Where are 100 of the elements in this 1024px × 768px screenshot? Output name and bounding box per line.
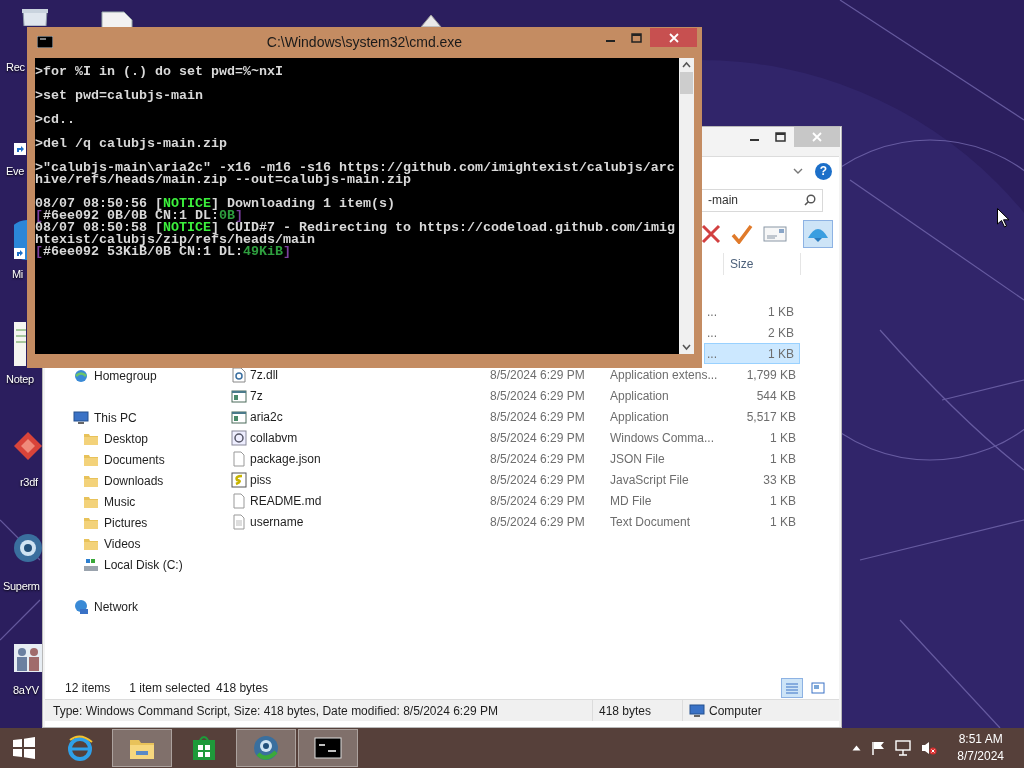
file-row[interactable]: ... 1 KB bbox=[704, 343, 800, 364]
size-cell: 33 KB bbox=[763, 472, 796, 487]
file-row[interactable]: 7z.dll 8/5/2024 6:29 PM Application extens... 1,799 KB bbox=[230, 364, 803, 385]
type-cell: Windows Comma... bbox=[610, 430, 715, 445]
desktop-icon-label[interactable]: Superm bbox=[3, 578, 40, 595]
search-input[interactable]: -main bbox=[708, 191, 804, 209]
checkmark-icon bbox=[731, 224, 753, 244]
console-line: hive/refs/heads/main.zip --out=calubjs-main.zip bbox=[35, 174, 411, 186]
size-cell-text: 2 KB bbox=[767, 324, 795, 342]
minimize-icon bbox=[749, 139, 759, 141]
file-row[interactable]: piss 8/5/2024 6:29 PM JavaScript File 33 KB bbox=[230, 469, 803, 490]
nav-item[interactable]: Pictures bbox=[45, 512, 226, 533]
selection-info: 1 item selected bbox=[129, 680, 211, 697]
date-cell: 8/5/2024 6:29 PM bbox=[490, 493, 585, 508]
desktop-icon-label[interactable]: Rec bbox=[6, 59, 25, 76]
taskbar-app-button[interactable] bbox=[298, 729, 358, 767]
desktop-icon-label[interactable]: 8aYV bbox=[13, 682, 39, 699]
homegroup-icon bbox=[73, 367, 89, 384]
file-name: 7z bbox=[250, 388, 263, 403]
console-line: htexist/calubjs/zip/refs/heads/main bbox=[35, 234, 315, 246]
shortcut-arrow-icon bbox=[14, 143, 26, 155]
size-cell: 5,517 KB bbox=[746, 409, 796, 424]
date-cell: 8/5/2024 6:29 PM bbox=[490, 367, 585, 382]
size-cell: 1 KB bbox=[770, 514, 796, 529]
shell-tool-button[interactable] bbox=[803, 220, 833, 248]
caret-up-icon bbox=[852, 745, 862, 751]
nav-item[interactable]: Videos bbox=[45, 533, 226, 554]
nav-item[interactable]: Homegroup bbox=[45, 365, 226, 386]
file-row[interactable]: README.md 8/5/2024 6:29 PM MD File 1 KB bbox=[230, 490, 803, 511]
file-name: package.json bbox=[250, 451, 321, 466]
file-row[interactable]: collabvm 8/5/2024 6:29 PM Windows Comma... 1 KB bbox=[230, 427, 803, 448]
scrollbar[interactable] bbox=[679, 58, 694, 354]
console-line: >del /q calubjs-main.zip bbox=[35, 138, 228, 150]
file-row[interactable]: aria2c 8/5/2024 6:29 PM Application 5,517 KB bbox=[230, 406, 803, 427]
recycle-bin-icon bbox=[21, 8, 49, 26]
type-cell-text: ... bbox=[706, 345, 718, 363]
item-count: 12 items bbox=[65, 680, 111, 697]
column-header[interactable]: Size bbox=[723, 253, 801, 275]
file-name: collabvm bbox=[250, 430, 298, 445]
nav-item[interactable]: Network bbox=[45, 596, 226, 617]
tray-expand-button[interactable] bbox=[852, 745, 862, 751]
file-name: piss bbox=[250, 472, 272, 487]
desktop-icon-label[interactable]: Notep bbox=[6, 371, 34, 388]
nav-item[interactable]: Local Disk (C:) bbox=[45, 554, 226, 575]
diamond-icon bbox=[14, 432, 42, 460]
clock-date[interactable]: 8/7/2024 bbox=[957, 748, 1004, 765]
console-line: >cd.. bbox=[35, 114, 76, 126]
notepad-icon bbox=[14, 322, 26, 366]
browser-icon bbox=[14, 220, 27, 260]
application-icon bbox=[231, 387, 247, 404]
status-location: Computer bbox=[709, 702, 762, 720]
nav-item[interactable]: Downloads bbox=[45, 470, 226, 491]
taskbar-app-button[interactable] bbox=[236, 729, 296, 767]
clock-time[interactable]: 8:51 AM bbox=[958, 731, 1003, 748]
console-line: [#6ee092 53KiB/0B CN:1 DL:49KiB] bbox=[35, 246, 291, 258]
type-cell: Application extens... bbox=[610, 367, 718, 382]
date-cell: 8/5/2024 6:29 PM bbox=[490, 409, 585, 424]
date-cell: 8/5/2024 6:29 PM bbox=[490, 451, 585, 466]
cross-icon bbox=[701, 224, 721, 244]
desktop-icon-label[interactable]: r3df bbox=[20, 474, 38, 491]
file-row[interactable]: username 8/5/2024 6:29 PM Text Document 1 KB bbox=[230, 511, 803, 532]
console-line: >for %I in (.) do set pwd=%~nxI bbox=[35, 66, 284, 78]
nav-item[interactable]: Desktop bbox=[45, 428, 226, 449]
maximize-icon bbox=[631, 33, 642, 43]
file-row[interactable]: package.json 8/5/2024 6:29 PM JSON File 1 KB bbox=[230, 448, 803, 469]
nav-item[interactable]: Music bbox=[45, 491, 226, 512]
nav-item[interactable]: Documents bbox=[45, 449, 226, 470]
size-cell-text: 1 KB bbox=[767, 303, 795, 321]
search-icon bbox=[804, 194, 816, 206]
console-line: >set pwd=calubjs-main bbox=[35, 90, 204, 102]
network-icon bbox=[73, 598, 89, 615]
desktop-icon-label[interactable]: Eve bbox=[6, 163, 25, 180]
scroll-thumb[interactable] bbox=[680, 72, 693, 94]
file-row[interactable]: ... 1 KB bbox=[704, 301, 800, 322]
computer-icon bbox=[73, 409, 89, 426]
close-button[interactable] bbox=[650, 28, 697, 47]
console-line: [#6ee092 0B/0B CN:1 DL:0B] bbox=[35, 210, 243, 222]
file-name: README.md bbox=[250, 493, 322, 508]
browser-icon bbox=[66, 734, 94, 762]
nav-item[interactable]: This PC bbox=[45, 407, 226, 428]
type-cell-text: ... bbox=[706, 303, 718, 321]
drive-icon bbox=[83, 556, 99, 573]
size-cell: 1 KB bbox=[770, 451, 796, 466]
windows-logo-icon bbox=[12, 736, 36, 760]
mouse-pointer-icon bbox=[997, 208, 1010, 228]
globe-icon bbox=[14, 534, 42, 562]
details-view-icon bbox=[785, 682, 799, 694]
type-cell: JavaScript File bbox=[610, 472, 689, 487]
desktop-icon-label[interactable]: Mi bbox=[12, 266, 23, 283]
file-row[interactable]: 7z 8/5/2024 6:29 PM Application 544 KB bbox=[230, 385, 803, 406]
search-field[interactable]: -main bbox=[701, 188, 823, 212]
tiles-view-icon bbox=[811, 682, 825, 694]
status-details: Type: Windows Command Script, Size: 418 bytes, Date modified: 8/5/2024 6:29 PM bbox=[53, 702, 498, 720]
selection-size: 418 bytes bbox=[216, 680, 269, 697]
type-cell: Text Document bbox=[610, 514, 691, 529]
volume-muted-icon bbox=[921, 740, 938, 756]
size-cell: 1,799 KB bbox=[746, 367, 796, 382]
help-button[interactable]: ? bbox=[815, 162, 832, 180]
minimize-icon bbox=[605, 40, 615, 42]
file-row[interactable]: ... 2 KB bbox=[704, 322, 800, 343]
